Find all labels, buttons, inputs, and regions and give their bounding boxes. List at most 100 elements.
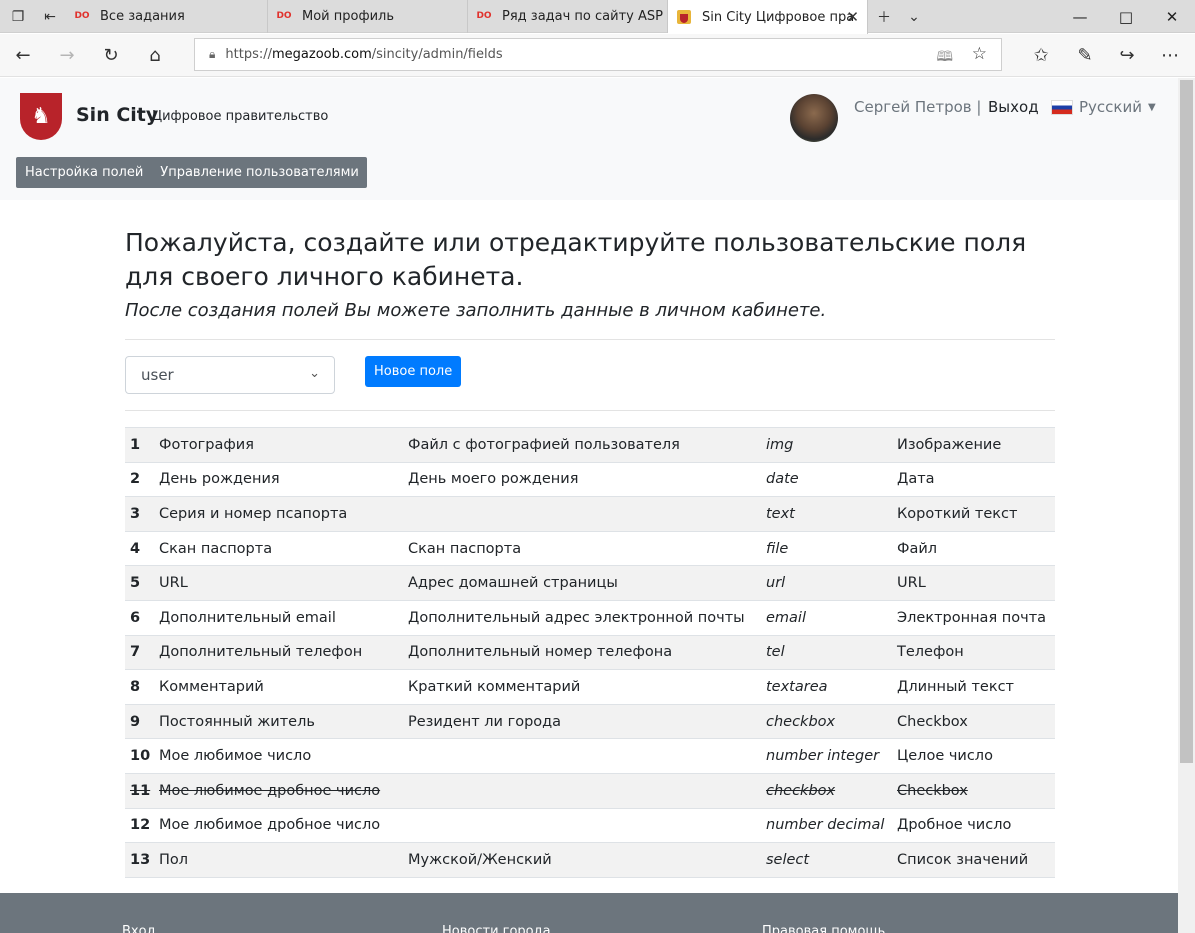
table-row[interactable]: 6 Дополнительный email Дополнительный адре… [125, 601, 1055, 636]
scrollbar-thumb[interactable] [1180, 80, 1193, 763]
field-type: url [766, 575, 786, 592]
field-description: День моего рождения [408, 471, 579, 488]
maximize-icon[interactable]: □ [1103, 0, 1149, 33]
coat-of-arms-logo[interactable]: ♞ [20, 93, 62, 140]
refresh-icon[interactable]: ↻ [96, 40, 126, 70]
field-type-label: Изображение [897, 436, 1002, 453]
field-type: textarea [766, 678, 828, 695]
set-aside-tabs-icon[interactable]: ⇤ [34, 0, 66, 33]
field-number: 13 [130, 851, 151, 868]
avatar[interactable] [790, 94, 838, 142]
crest-icon [676, 9, 692, 25]
field-type: number integer [766, 748, 880, 765]
footer-link-news[interactable]: Новости города [442, 924, 551, 933]
fields-table: 1 Фотография Файл с фотографией пользовате… [125, 427, 1055, 878]
favorites-list-icon[interactable]: ✩ [1026, 40, 1056, 70]
site-header: ♞ Sin City Цифровое правительство Сергей… [0, 78, 1178, 200]
field-type: date [766, 471, 799, 488]
table-row[interactable]: 10 Мое любимое число number integer Целое ч… [125, 739, 1055, 774]
lock-icon: 🔒︎ [209, 47, 216, 61]
close-window-icon[interactable]: ✕ [1149, 0, 1195, 33]
field-number: 2 [130, 471, 141, 488]
field-type-label: Длинный текст [897, 678, 1015, 695]
table-row[interactable]: 13 Пол Мужской/Женский select Список значени… [125, 843, 1055, 878]
field-type-label: Дата [897, 471, 935, 488]
field-description: Скан паспорта [408, 540, 522, 557]
menu-item-fields[interactable]: Настройка полей [16, 165, 151, 180]
field-name: День рождения [159, 471, 280, 488]
table-row[interactable]: 8 Комментарий Краткий комментарий textarea Д… [125, 670, 1055, 705]
field-name: Дополнительный email [159, 609, 336, 626]
more-icon[interactable]: ⋯ [1155, 40, 1185, 70]
field-number: 5 [130, 575, 141, 592]
close-tab-icon[interactable]: ✕ [846, 8, 859, 26]
new-field-button[interactable]: Новое поле [365, 356, 462, 387]
table-row[interactable]: 12 Мое любимое дробное число number decima… [125, 809, 1055, 844]
browser-tab[interactable]: DO Все задания [66, 0, 268, 33]
main-content: Пожалуйста, создайте или отредактируйте … [125, 226, 1055, 878]
chevron-down-icon[interactable]: ⌄ [898, 0, 930, 33]
pen-icon[interactable]: ✎ [1070, 40, 1100, 70]
admin-menu: Настройка полей Управление пользователям… [16, 157, 367, 188]
forward-icon[interactable]: → [52, 40, 82, 70]
field-type-label: Список значений [897, 851, 1029, 868]
language-dropdown[interactable]: Русский ▼ [1051, 98, 1156, 116]
footer-link-login[interactable]: Вход [122, 924, 156, 933]
table-row[interactable]: 11 Мое любимое дробное число checkbox Check… [125, 773, 1055, 809]
reading-view-icon[interactable]: 🕮︎ [936, 46, 953, 70]
user-name-link[interactable]: Сергей Петров | [854, 98, 981, 116]
table-row[interactable]: 7 Дополнительный телефон Дополнительный но… [125, 635, 1055, 671]
table-row[interactable]: 4 Скан паспорта Скан паспорта file Файл [125, 532, 1055, 567]
chevron-down-icon: ⌄ [309, 366, 320, 381]
logout-link[interactable]: Выход [988, 98, 1039, 116]
field-description: Адрес домашней страницы [408, 575, 618, 592]
field-description: Дополнительный номер телефона [408, 644, 673, 661]
field-name: Постоянный житель [159, 713, 315, 730]
field-name: Дополнительный телефон [159, 644, 363, 661]
brand-subtitle: Цифровое правительство [152, 109, 329, 124]
table-row[interactable]: 3 Серия и номер псапорта text Короткий текс… [125, 497, 1055, 532]
minimize-icon[interactable]: — [1057, 0, 1103, 33]
divider [125, 410, 1055, 411]
field-number: 9 [130, 713, 141, 730]
field-type-label: Checkbox [897, 713, 968, 730]
share-icon[interactable]: ↪ [1112, 40, 1142, 70]
field-name: Мое любимое дробное число [159, 817, 381, 834]
field-name: Комментарий [159, 678, 264, 695]
field-number: 10 [130, 748, 151, 765]
menu-item-users[interactable]: Управление пользователями [151, 165, 367, 180]
address-bar[interactable]: 🔒︎ https://megazoob.com/sincity/admin/fi… [194, 38, 1002, 71]
table-row[interactable]: 9 Постоянный житель Резидент ли города chec… [125, 704, 1055, 740]
page-lead: После создания полей Вы можете заполнить… [125, 300, 827, 321]
field-number: 1 [130, 436, 141, 453]
field-number: 3 [130, 505, 141, 522]
footer-link-legal[interactable]: Правовая помощь [762, 924, 885, 933]
page-scrollbar[interactable] [1178, 78, 1195, 933]
tab-actions-icon[interactable]: ❐ [2, 0, 34, 33]
home-icon[interactable]: ⌂ [140, 40, 170, 70]
browser-tab[interactable]: DO Ряд задач по сайту ASP - u [468, 0, 668, 33]
table-row[interactable]: 2 День рождения День моего рождения date Дат… [125, 463, 1055, 498]
browser-tab[interactable]: DO Мой профиль [268, 0, 468, 33]
role-select[interactable]: user ⌄ [125, 356, 335, 394]
field-name: Мое любимое число [159, 748, 312, 765]
table-row[interactable]: 1 Фотография Файл с фотографией пользовате… [125, 428, 1055, 463]
new-tab-icon[interactable]: ＋ [868, 0, 900, 33]
table-row[interactable]: 5 URL Адрес домашней страницы url URL [125, 566, 1055, 601]
url-host: megazoob.com [272, 47, 372, 62]
field-type: number decimal [766, 817, 885, 834]
brand-name[interactable]: Sin City [76, 104, 158, 126]
field-name: Пол [159, 851, 189, 868]
field-type-label: Дробное число [897, 817, 1012, 834]
page-title: Пожалуйста, создайте или отредактируйте … [125, 228, 1027, 291]
do-icon: DO [276, 11, 292, 21]
browser-tab-active[interactable]: Sin City Цифровое пра ✕ [668, 0, 868, 34]
field-description: Мужской/Женский [408, 851, 552, 868]
favorite-star-icon[interactable]: ☆ [972, 44, 987, 64]
url-path: /sincity/admin/fields [371, 47, 503, 62]
field-type-label: Электронная почта [897, 609, 1047, 626]
field-number: 8 [130, 678, 141, 695]
language-label: Русский [1079, 98, 1142, 116]
field-number: 6 [130, 609, 141, 626]
back-icon[interactable]: ← [8, 40, 38, 70]
